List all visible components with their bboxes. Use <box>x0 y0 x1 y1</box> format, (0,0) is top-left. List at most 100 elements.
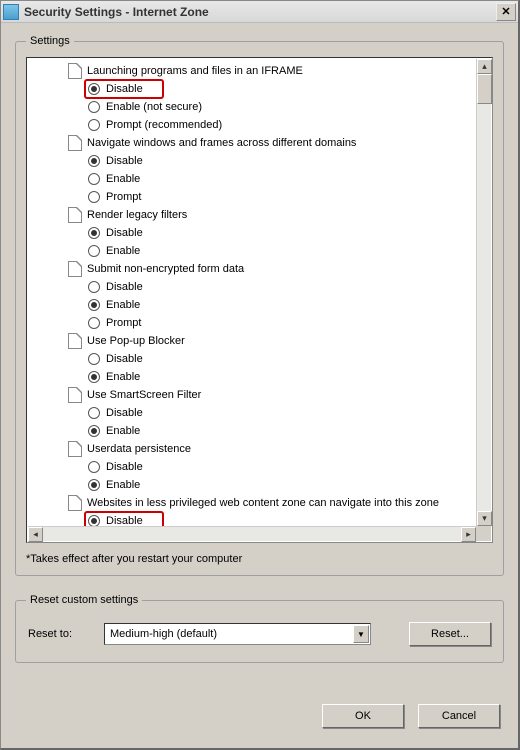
setting-option[interactable]: Enable <box>28 476 476 494</box>
radio-icon[interactable] <box>88 353 100 365</box>
radio-icon[interactable] <box>88 101 100 113</box>
setting-option[interactable]: Enable <box>28 422 476 440</box>
option-label: Enable (not secure) <box>106 99 202 115</box>
setting-category: Launching programs and files in an IFRAM… <box>28 62 476 80</box>
category-label: Websites in less privileged web content … <box>87 495 439 511</box>
category-label: Use SmartScreen Filter <box>87 387 201 403</box>
reset-level-value: Medium-high (default) <box>110 628 217 640</box>
window-title: Security Settings - Internet Zone <box>24 5 496 19</box>
radio-icon[interactable] <box>88 281 100 293</box>
setting-option[interactable]: Enable <box>28 242 476 260</box>
setting-option[interactable]: Enable <box>28 170 476 188</box>
setting-option[interactable]: Enable (not secure) <box>28 98 476 116</box>
radio-icon[interactable] <box>88 479 100 491</box>
option-label: Disable <box>106 81 143 97</box>
radio-icon[interactable] <box>88 245 100 257</box>
ok-button[interactable]: OK <box>322 704 404 728</box>
option-label: Disable <box>106 351 143 367</box>
reset-level-combo[interactable]: Medium-high (default) ▼ <box>104 623 371 645</box>
reset-label: Reset to: <box>28 628 104 640</box>
option-label: Enable <box>106 369 140 385</box>
option-label: Prompt <box>106 315 141 331</box>
tree-viewport[interactable]: Launching programs and files in an IFRAM… <box>28 59 476 526</box>
option-label: Enable <box>106 423 140 439</box>
category-label: Userdata persistence <box>87 441 191 457</box>
option-label: Disable <box>106 513 143 526</box>
option-label: Enable <box>106 297 140 313</box>
radio-icon[interactable] <box>88 461 100 473</box>
setting-category: Navigate windows and frames across diffe… <box>28 134 476 152</box>
category-label: Navigate windows and frames across diffe… <box>87 135 356 151</box>
scroll-up-icon[interactable]: ▴ <box>477 59 492 74</box>
radio-icon[interactable] <box>88 173 100 185</box>
page-icon <box>68 495 82 511</box>
page-icon <box>68 261 82 277</box>
page-icon <box>68 135 82 151</box>
setting-category: Userdata persistence <box>28 440 476 458</box>
radio-icon[interactable] <box>88 191 100 203</box>
category-label: Submit non-encrypted form data <box>87 261 244 277</box>
setting-category: Use SmartScreen Filter <box>28 386 476 404</box>
setting-option[interactable]: Disable <box>28 152 476 170</box>
scroll-down-icon[interactable]: ▾ <box>477 511 492 526</box>
radio-icon[interactable] <box>88 515 100 526</box>
setting-option[interactable]: Enable <box>28 296 476 314</box>
radio-icon[interactable] <box>88 407 100 419</box>
option-label: Disable <box>106 279 143 295</box>
reset-row: Reset to: Medium-high (default) ▼ Reset.… <box>26 616 493 652</box>
settings-legend: Settings <box>26 35 74 47</box>
radio-icon[interactable] <box>88 317 100 329</box>
setting-option[interactable]: Prompt <box>28 188 476 206</box>
scroll-thumb[interactable] <box>477 74 492 104</box>
combo-dropdown-button[interactable]: ▼ <box>353 625 369 643</box>
setting-option[interactable]: Disable <box>28 278 476 296</box>
setting-option[interactable]: Disable <box>28 224 476 242</box>
reset-button[interactable]: Reset... <box>409 622 491 646</box>
page-icon <box>68 63 82 79</box>
setting-option[interactable]: Prompt <box>28 314 476 332</box>
radio-icon[interactable] <box>88 119 100 131</box>
radio-icon[interactable] <box>88 371 100 383</box>
chevron-down-icon: ▼ <box>357 630 365 639</box>
option-label: Disable <box>106 459 143 475</box>
option-label: Prompt <box>106 189 141 205</box>
content-area: Settings Launching programs and files in… <box>1 23 518 693</box>
setting-option[interactable]: Disable <box>28 350 476 368</box>
setting-category: Websites in less privileged web content … <box>28 494 476 512</box>
option-label: Enable <box>106 171 140 187</box>
category-label: Use Pop-up Blocker <box>87 333 185 349</box>
radio-icon[interactable] <box>88 155 100 167</box>
dialog-footer: OK Cancel <box>322 704 500 728</box>
radio-icon[interactable] <box>88 425 100 437</box>
titlebar: Security Settings - Internet Zone ✕ <box>1 1 518 23</box>
highlighted-option[interactable]: Disable <box>84 511 164 526</box>
radio-icon[interactable] <box>88 83 100 95</box>
page-icon <box>68 207 82 223</box>
setting-category: Use Pop-up Blocker <box>28 332 476 350</box>
setting-option[interactable]: Disable <box>28 404 476 422</box>
setting-option[interactable]: Prompt (recommended) <box>28 116 476 134</box>
vertical-scrollbar[interactable]: ▴ ▾ <box>476 59 491 526</box>
setting-category: Submit non-encrypted form data <box>28 260 476 278</box>
category-label: Render legacy filters <box>87 207 187 223</box>
reset-group: Reset custom settings Reset to: Medium-h… <box>15 594 504 663</box>
page-icon <box>68 441 82 457</box>
radio-icon[interactable] <box>88 227 100 239</box>
scroll-right-icon[interactable]: ▸ <box>461 527 476 542</box>
horizontal-scrollbar[interactable]: ◂ ▸ <box>28 526 476 541</box>
settings-tree: Launching programs and files in an IFRAM… <box>26 57 493 543</box>
close-button[interactable]: ✕ <box>496 3 516 21</box>
option-label: Disable <box>106 153 143 169</box>
highlighted-option[interactable]: Disable <box>84 79 164 99</box>
cancel-button[interactable]: Cancel <box>418 704 500 728</box>
dialog-window: Security Settings - Internet Zone ✕ Sett… <box>0 0 520 750</box>
setting-option[interactable]: Enable <box>28 368 476 386</box>
category-label: Launching programs and files in an IFRAM… <box>87 63 303 79</box>
scroll-left-icon[interactable]: ◂ <box>28 527 43 542</box>
setting-option[interactable]: Disable <box>28 458 476 476</box>
radio-icon[interactable] <box>88 299 100 311</box>
option-label: Prompt (recommended) <box>106 117 222 133</box>
setting-category: Render legacy filters <box>28 206 476 224</box>
restart-note: *Takes effect after you restart your com… <box>26 553 493 565</box>
page-icon <box>68 333 82 349</box>
